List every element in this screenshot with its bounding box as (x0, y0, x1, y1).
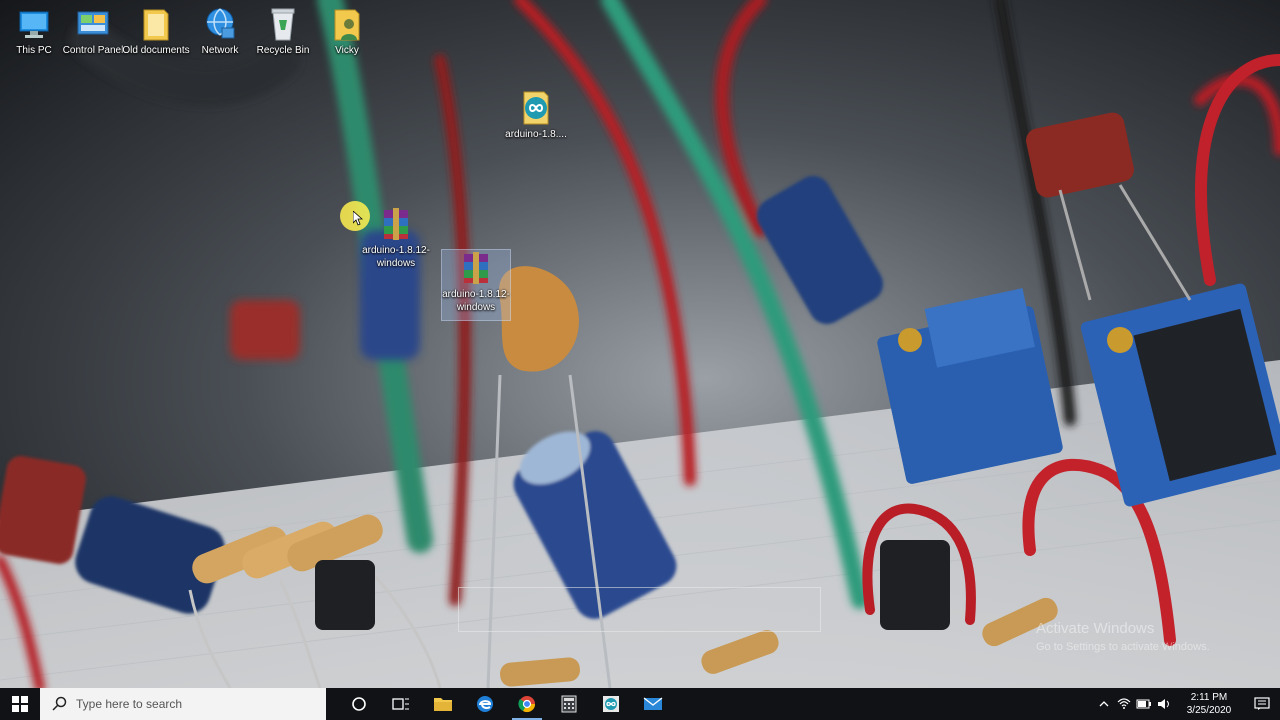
task-view-button[interactable] (380, 688, 422, 720)
activate-windows-watermark: Activate Windows Go to Settings to activ… (1036, 620, 1210, 653)
winrar-archive-icon (458, 250, 494, 286)
action-center-button[interactable] (1244, 688, 1280, 720)
taskbar-clock[interactable]: 2:11 PM 3/25/2020 (1174, 691, 1244, 717)
search-icon (52, 696, 68, 712)
desktop-icon-recycle-bin[interactable]: Recycle Bin (249, 6, 317, 57)
chrome-button[interactable] (506, 688, 548, 720)
cortana-button[interactable] (338, 688, 380, 720)
icon-label: arduino-1.8.12-windows (442, 289, 510, 313)
mail-button[interactable] (632, 688, 674, 720)
edge-icon (477, 696, 493, 712)
taskbar: Type here to search 2:11 PM 3/25/2020 (0, 688, 1280, 720)
icon-label: Control Panel (62, 45, 124, 56)
winrar-archive-icon (378, 206, 414, 242)
chevron-up-icon[interactable] (1094, 688, 1114, 720)
network-icon (202, 6, 238, 42)
notification-icon (1254, 697, 1270, 710)
start-button[interactable] (0, 688, 40, 720)
icon-label: Old documents (122, 45, 190, 56)
desktop-icon-vicky[interactable]: Vicky (313, 6, 381, 57)
mail-icon (643, 697, 663, 710)
arduino-taskbar-button[interactable] (590, 688, 632, 720)
battery-icon[interactable] (1134, 688, 1154, 720)
search-placeholder: Type here to search (76, 697, 183, 711)
arduino-app-icon (518, 90, 554, 126)
calculator-button[interactable] (548, 688, 590, 720)
icon-label: Vicky (335, 45, 359, 56)
task-view-icon (392, 698, 409, 710)
edge-button[interactable] (464, 688, 506, 720)
chrome-icon (518, 696, 536, 713)
desktop-icon-arduino-zip-2[interactable]: arduino-1.8.12-windows (441, 249, 511, 321)
desktop-icon-arduino-zip-1[interactable]: arduino-1.8.12-windows (362, 206, 430, 270)
desktop-icon-control-panel[interactable]: Control Panel (59, 6, 127, 57)
icon-label: arduino-1.8.12-windows (362, 245, 430, 269)
mouse-cursor-icon (352, 210, 364, 231)
desktop-icon-old-documents[interactable]: Old documents (122, 6, 190, 57)
taskbar-search-box[interactable]: Type here to search (40, 688, 326, 720)
folder-icon (138, 6, 174, 42)
file-explorer-button[interactable] (422, 688, 464, 720)
cortana-icon (352, 697, 366, 711)
icon-label: Network (201, 45, 239, 56)
watermark-subtitle: Go to Settings to activate Windows. (1036, 641, 1210, 653)
icon-label: Recycle Bin (256, 45, 310, 56)
icon-label: This PC (16, 45, 52, 56)
clock-time: 2:11 PM (1190, 692, 1228, 703)
this-pc-icon (16, 6, 52, 42)
file-explorer-icon (434, 698, 452, 711)
calculator-icon (561, 695, 577, 713)
windows-logo-icon (12, 696, 28, 712)
control-panel-icon (75, 6, 111, 42)
ghost-rectangle (458, 587, 821, 632)
recycle-bin-icon (265, 6, 301, 42)
watermark-title: Activate Windows (1036, 620, 1155, 637)
icon-label: arduino-1.8.... (505, 129, 567, 140)
desktop-icon-this-pc[interactable]: This PC (0, 6, 68, 57)
desktop-wallpaper (0, 0, 1280, 688)
wifi-icon[interactable] (1114, 688, 1134, 720)
desktop-icon-arduino[interactable]: arduino-1.8.... (502, 90, 570, 141)
user-folder-icon (329, 6, 365, 42)
system-tray: 2:11 PM 3/25/2020 (1094, 688, 1280, 720)
volume-icon[interactable] (1154, 688, 1174, 720)
desktop-icon-network[interactable]: Network (186, 6, 254, 57)
arduino-taskbar-icon (603, 696, 619, 712)
clock-date: 3/25/2020 (1186, 705, 1232, 716)
